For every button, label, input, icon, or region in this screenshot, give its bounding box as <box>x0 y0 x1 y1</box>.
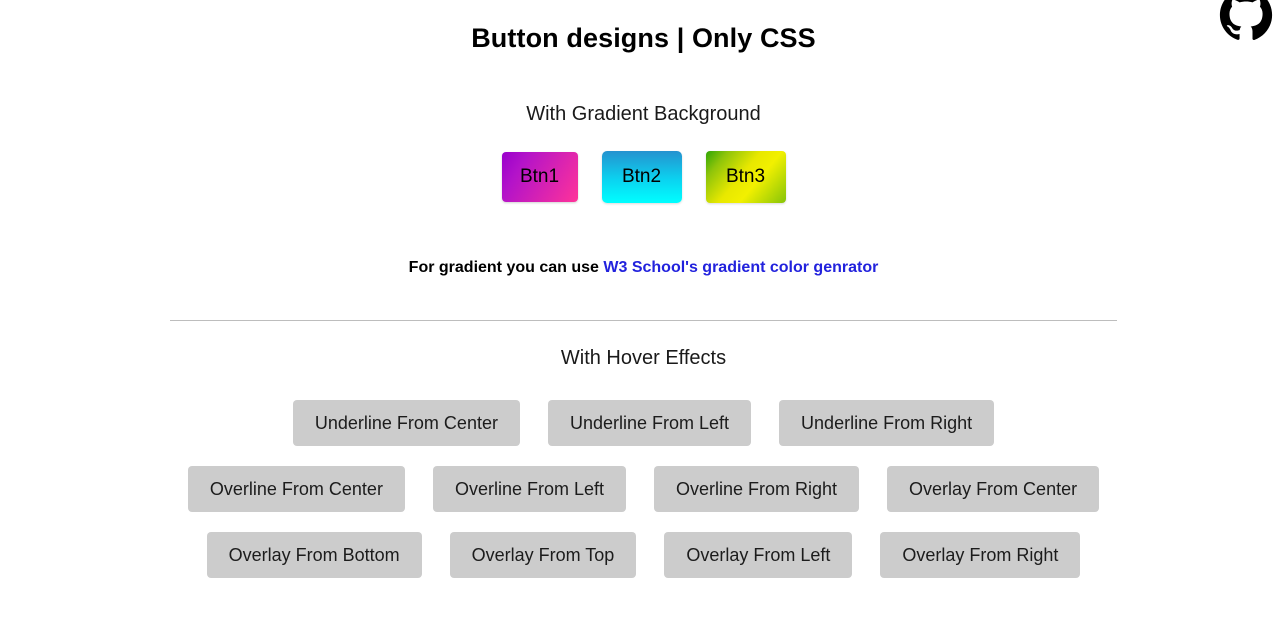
gradient-note: For gradient you can use W3 School's gra… <box>0 203 1287 277</box>
hover-buttons-row-2: Overline From Center Overline From Left … <box>0 465 1287 512</box>
hover-button-overline-from-center[interactable]: Overline From Center <box>187 465 405 512</box>
hover-button-overline-from-left[interactable]: Overline From Left <box>432 465 626 512</box>
gradient-button-btn2[interactable]: Btn2 <box>601 150 682 203</box>
gradient-button-btn3[interactable]: Btn3 <box>705 150 786 203</box>
hover-button-underline-from-left[interactable]: Underline From Left <box>547 399 752 446</box>
page-title: Button designs | Only CSS <box>471 23 816 53</box>
hover-button-overlay-from-top[interactable]: Overlay From Top <box>449 531 637 578</box>
hover-button-underline-from-center[interactable]: Underline From Center <box>292 399 520 446</box>
github-octocat-icon <box>1219 0 1273 40</box>
gradient-note-text: For gradient you can use <box>408 258 604 276</box>
gradient-section-heading: With Gradient Background <box>526 102 761 125</box>
hover-button-overlay-from-left[interactable]: Overlay From Left <box>664 531 853 578</box>
hover-section-heading: With Hover Effects <box>560 346 727 369</box>
hover-button-overline-from-right[interactable]: Overline From Right <box>654 465 860 512</box>
hover-buttons-row-1: Underline From Center Underline From Lef… <box>0 399 1287 446</box>
gradient-buttons-row: Btn1 Btn2 Btn3 <box>0 150 1287 203</box>
github-corner-link[interactable] <box>1217 0 1275 44</box>
hover-button-overlay-from-right[interactable]: Overlay From Right <box>880 531 1081 578</box>
gradient-button-btn1[interactable]: Btn1 <box>501 151 578 202</box>
hover-buttons-row-3: Overlay From Bottom Overlay From Top Ove… <box>0 531 1287 578</box>
hover-button-overlay-from-bottom[interactable]: Overlay From Bottom <box>206 531 422 578</box>
w3schools-gradient-link[interactable]: W3 School's gradient color genrator <box>603 259 878 276</box>
hover-button-underline-from-right[interactable]: Underline From Right <box>779 399 995 446</box>
hover-button-overlay-from-center[interactable]: Overlay From Center <box>887 465 1100 512</box>
